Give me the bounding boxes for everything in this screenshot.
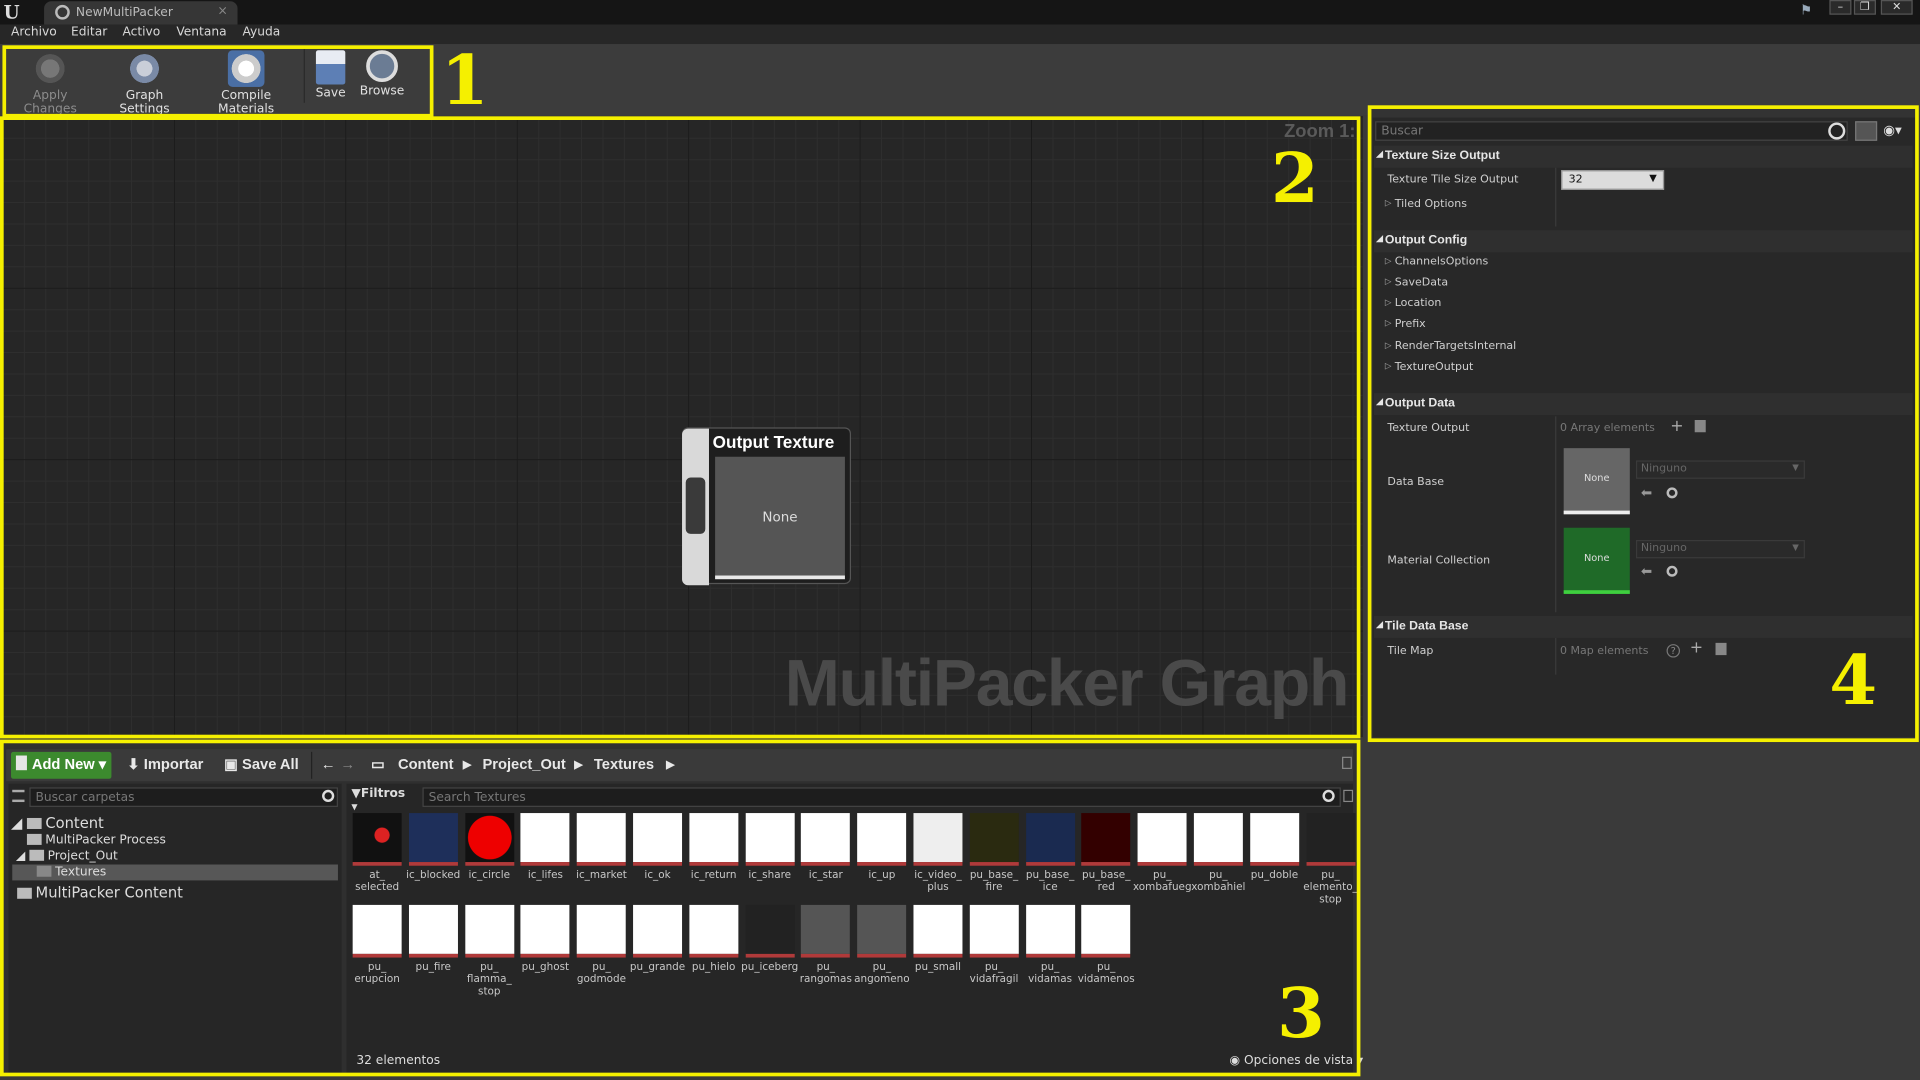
empty-panel-area xyxy=(1361,742,1920,1080)
document-tab[interactable]: NewMultiPacker × xyxy=(44,1,238,25)
annotation-box-3 xyxy=(0,739,1361,1077)
title-bar xyxy=(0,0,1920,25)
menu-editar[interactable]: Editar xyxy=(71,26,107,39)
annotation-number-1: 1 xyxy=(440,40,489,122)
minimize-icon[interactable]: – xyxy=(1829,0,1852,15)
annotation-number-4: 4 xyxy=(1829,640,1878,722)
document-tab-title: NewMultiPacker xyxy=(75,6,173,20)
menu-archivo[interactable]: Archivo xyxy=(11,26,57,39)
restore-icon[interactable]: ❐ xyxy=(1853,0,1876,15)
menu-bar xyxy=(0,24,1920,45)
unreal-logo-icon: U xyxy=(3,1,20,24)
asset-circle-icon xyxy=(55,4,70,20)
annotation-number-2: 2 xyxy=(1271,138,1319,220)
close-tab-icon[interactable]: × xyxy=(217,5,227,18)
notification-icon[interactable]: ⚑ xyxy=(1800,2,1817,18)
annotation-box-1 xyxy=(2,45,434,118)
annotation-number-3: 3 xyxy=(1277,973,1325,1055)
annotation-box-2 xyxy=(0,116,1361,739)
close-window-icon[interactable]: ✕ xyxy=(1880,0,1913,15)
menu-ayuda[interactable]: Ayuda xyxy=(242,26,280,39)
menu-ventana[interactable]: Ventana xyxy=(176,26,226,39)
menu-activo[interactable]: Activo xyxy=(122,26,160,39)
